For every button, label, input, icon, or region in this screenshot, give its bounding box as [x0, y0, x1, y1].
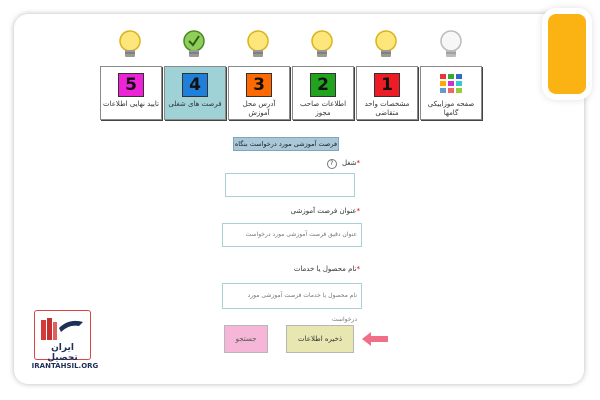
- search-button[interactable]: جستجو: [224, 325, 268, 353]
- required-marker: *: [356, 159, 361, 167]
- step-tile-4[interactable]: 4 فرصت های شغلی: [164, 66, 226, 120]
- title-input[interactable]: عنوان دقیق فرصت آموزشی مورد درخواست: [222, 223, 362, 247]
- logo: ایران تحصیل: [34, 310, 91, 363]
- help-icon[interactable]: ?: [326, 159, 337, 169]
- step-number: 5: [118, 73, 144, 97]
- step-label: فرصت های شغلی: [168, 100, 222, 108]
- bulb-icon: [247, 30, 269, 57]
- step-tile-3[interactable]: 3 آدرس محل آموزش: [228, 66, 290, 120]
- step-label: آدرس محل آموزش: [242, 100, 276, 117]
- bulb-icon: [440, 30, 462, 57]
- job-field[interactable]: [225, 173, 355, 197]
- bulb-icon: [119, 30, 141, 57]
- job-label: *شغل ?: [290, 159, 360, 169]
- product-input[interactable]: نام محصول یا خدمات فرصت آموزشی مورد درخو…: [222, 283, 362, 323]
- required-marker: *: [356, 207, 361, 215]
- arrow-left-icon: [362, 332, 388, 346]
- step-number: 1: [374, 73, 400, 97]
- bulb-icon: [311, 30, 333, 57]
- bulb-check-icon: [183, 30, 205, 57]
- form-title: فرصت آموزشی مورد درخواست بنگاه: [233, 137, 339, 151]
- step-number: 2: [310, 73, 336, 97]
- step-tile-1[interactable]: 1 مشخصات واحد متقاضی: [356, 66, 418, 120]
- grid-icon: [440, 74, 462, 93]
- logo-site: IRANTAHSIL.ORG: [31, 362, 99, 370]
- title-label: *عنوان فرصت آموزشی: [250, 207, 360, 215]
- step-label: تایید نهایی اطلاعات: [103, 100, 159, 108]
- step-number: 4: [182, 73, 208, 97]
- step-tile-5[interactable]: 5 تایید نهایی اطلاعات: [100, 66, 162, 120]
- job-label-text: شغل: [341, 159, 357, 167]
- title-label-text: عنوان فرصت آموزشی: [290, 207, 357, 215]
- step-tile-2[interactable]: 2 اطلاعات صاحب مجوز: [292, 66, 354, 120]
- product-label: *نام محصول یا خدمات: [250, 265, 360, 273]
- step-label: اطلاعات صاحب مجوز: [299, 100, 347, 117]
- accent-tab: [548, 14, 586, 94]
- logo-name: ایران تحصیل: [47, 343, 78, 363]
- save-button[interactable]: ذخیره اطلاعات: [286, 325, 354, 353]
- step-label: صفحه موزاییکی گامها: [427, 100, 475, 117]
- step-number: 3: [246, 73, 272, 97]
- step-tile-mosaic[interactable]: صفحه موزاییکی گامها: [420, 66, 482, 120]
- product-label-text: نام محصول یا خدمات: [293, 265, 357, 273]
- required-marker: *: [356, 265, 361, 273]
- bulb-icon: [375, 30, 397, 57]
- books-icon: [41, 318, 83, 340]
- step-label: مشخصات واحد متقاضی: [364, 100, 410, 117]
